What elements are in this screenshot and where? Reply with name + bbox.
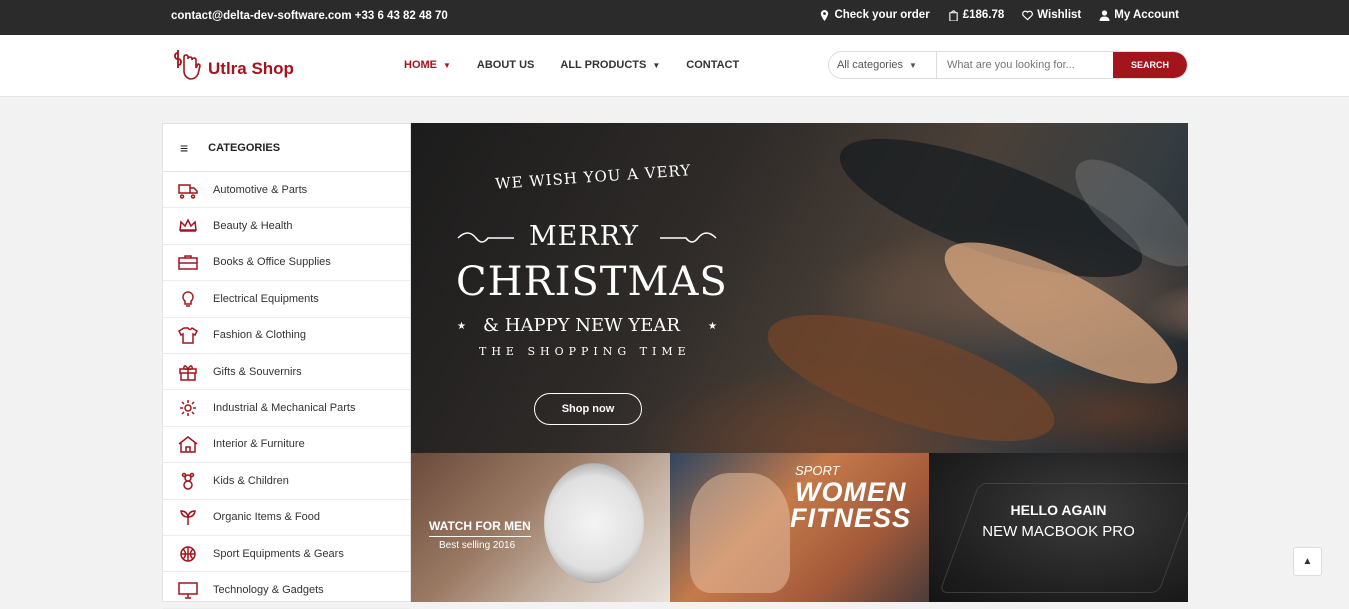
promo-fitness-line2: FITNESS [790, 503, 912, 533]
category-sidebar: ≡ CATEGORIES Automotive & Parts Beauty & … [162, 123, 411, 609]
sidebar-item-fashion-clothing[interactable]: Fashion & Clothing [163, 318, 410, 354]
cart-link[interactable]: £186.78 [948, 9, 1004, 21]
scroll-to-top-button[interactable]: ▲ [1293, 547, 1322, 576]
top-bar: contact@delta-dev-software.com +33 6 43 … [0, 0, 1349, 35]
top-links: Check your order £186.78 Wishlist My Acc… [819, 9, 1179, 21]
sidebar-item-label: Organic Items & Food [213, 511, 320, 524]
shop-now-button[interactable]: Shop now [534, 393, 642, 425]
banner-line-merry: MERRY [529, 221, 640, 252]
heart-icon [1022, 10, 1034, 20]
sprout-icon [163, 508, 213, 526]
truck-icon [163, 181, 213, 199]
monitor-icon [163, 581, 213, 599]
hamburger-icon: ≡ [180, 139, 189, 156]
category-select[interactable]: All categories ▼ [829, 52, 937, 78]
sidebar-item-gifts-souvernirs[interactable]: Gifts & Souvernirs [163, 354, 410, 391]
sidebar-item-label: Kids & Children [213, 474, 289, 487]
gift-icon [163, 363, 213, 381]
map-pin-icon [821, 9, 829, 21]
account-link[interactable]: My Account [1099, 9, 1179, 21]
banner-text: WE WISH YOU A VERY MERRY CHRISTMAS ★ & H… [411, 123, 761, 453]
gear-icon [163, 399, 213, 417]
watch-image [544, 463, 644, 583]
sidebar-item-technology-gadgets[interactable]: Technology & Gadgets [163, 572, 410, 609]
sidebar-item-label: Industrial & Mechanical Parts [213, 402, 356, 415]
promo-watch-title: WATCH FOR MEN [429, 519, 531, 537]
sidebar-item-label: Gifts & Souvernirs [213, 365, 302, 378]
promo-watch[interactable]: WATCH FOR MEN Best selling 2016 [411, 453, 670, 602]
star-icon: ★ [457, 321, 466, 332]
nav-about-us[interactable]: ABOUT US [477, 59, 534, 71]
promo-watch-subtitle: Best selling 2016 [439, 540, 516, 551]
banner-line-happy-new-year: & HAPPY NEW YEAR [483, 315, 680, 336]
promo-macbook-line1: HELLO AGAIN [1010, 502, 1107, 518]
check-order-link[interactable]: Check your order [819, 9, 930, 21]
sidebar-item-label: Books & Office Supplies [213, 256, 331, 269]
sidebar-item-books-office-supplies[interactable]: Books & Office Supplies [163, 245, 410, 282]
banner-line-shopping-time: THE SHOPPING TIME [479, 345, 691, 358]
fitness-image [690, 473, 790, 593]
sidebar-item-kids-children[interactable]: Kids & Children [163, 463, 410, 500]
home-icon [163, 435, 213, 454]
chevron-up-icon: ▲ [1302, 556, 1313, 567]
ball-icon [163, 545, 213, 563]
contact-info: contact@delta-dev-software.com +33 6 43 … [171, 10, 448, 22]
star-icon: ★ [708, 321, 717, 332]
crown-icon [163, 217, 213, 235]
tshirt-icon [163, 326, 213, 344]
chevron-down-icon: ▼ [909, 60, 917, 70]
nav-contact[interactable]: CONTACT [686, 59, 739, 71]
sidebar-item-label: Technology & Gadgets [213, 583, 324, 596]
main-nav: HOME ▼ ABOUT US ALL PRODUCTS ▼ CONTACT [404, 59, 739, 71]
banner-line-wish: WE WISH YOU A VERY [494, 161, 692, 193]
brand-name: Utlra Shop [208, 59, 294, 78]
logo[interactable]: Utlra Shop [172, 47, 294, 83]
nav-home[interactable]: HOME ▼ [404, 59, 451, 71]
sidebar-item-organic-items-food[interactable]: Organic Items & Food [163, 500, 410, 536]
teddy-icon [163, 472, 213, 490]
sidebar-item-automotive-parts[interactable]: Automotive & Parts [163, 172, 410, 209]
search-button[interactable]: SEARCH [1113, 52, 1187, 78]
nav-all-products[interactable]: ALL PRODUCTS ▼ [560, 59, 660, 71]
sidebar-item-label: Electrical Equipments [213, 292, 319, 305]
sidebar-item-beauty-health[interactable]: Beauty & Health [163, 208, 410, 245]
sidebar-item-interior-furniture[interactable]: Interior & Furniture [163, 427, 410, 464]
chevron-down-icon: ▼ [443, 60, 451, 70]
swirl-left-icon [457, 232, 514, 243]
sidebar-item-label: Interior & Furniture [213, 438, 305, 451]
sidebar-item-sport-equipments-gears[interactable]: Sport Equipments & Gears [163, 536, 410, 573]
briefcase-icon [163, 253, 213, 271]
categories-header[interactable]: ≡ CATEGORIES [163, 124, 410, 172]
bag-icon [948, 9, 958, 21]
sidebar-item-label: Automotive & Parts [213, 183, 308, 196]
promo-fitness-small: SPORT [795, 463, 840, 478]
sidebar-item-electrical-equipments[interactable]: Electrical Equipments [163, 281, 410, 318]
sidebar-item-label: Fashion & Clothing [213, 329, 306, 342]
hero-banner: WE WISH YOU A VERY MERRY CHRISTMAS ★ & H… [411, 123, 1188, 453]
bulb-icon [163, 290, 213, 308]
swirl-right-icon [660, 232, 717, 243]
promo-macbook-line2: NEW MACBOOK PRO [982, 523, 1135, 540]
chevron-down-icon: ▼ [652, 60, 661, 70]
promo-macbook[interactable]: HELLO AGAIN NEW MACBOOK PRO [929, 453, 1188, 602]
sidebar-item-industrial-mechanical-parts[interactable]: Industrial & Mechanical Parts [163, 390, 410, 427]
wishlist-link[interactable]: Wishlist [1022, 9, 1081, 21]
search-input[interactable] [937, 52, 1113, 78]
search-bar: All categories ▼ SEARCH [828, 51, 1188, 79]
sidebar-item-label: Beauty & Health [213, 220, 293, 233]
banner-line-christmas: CHRISTMAS [456, 259, 728, 305]
user-icon [1099, 9, 1110, 21]
main-header: Utlra Shop HOME ▼ ABOUT US ALL PRODUCTS … [0, 35, 1349, 97]
promo-fitness[interactable]: SPORT WOMEN FITNESS [670, 453, 929, 602]
hand-dollar-logo-icon [174, 50, 201, 80]
sidebar-item-label: Sport Equipments & Gears [213, 547, 344, 560]
